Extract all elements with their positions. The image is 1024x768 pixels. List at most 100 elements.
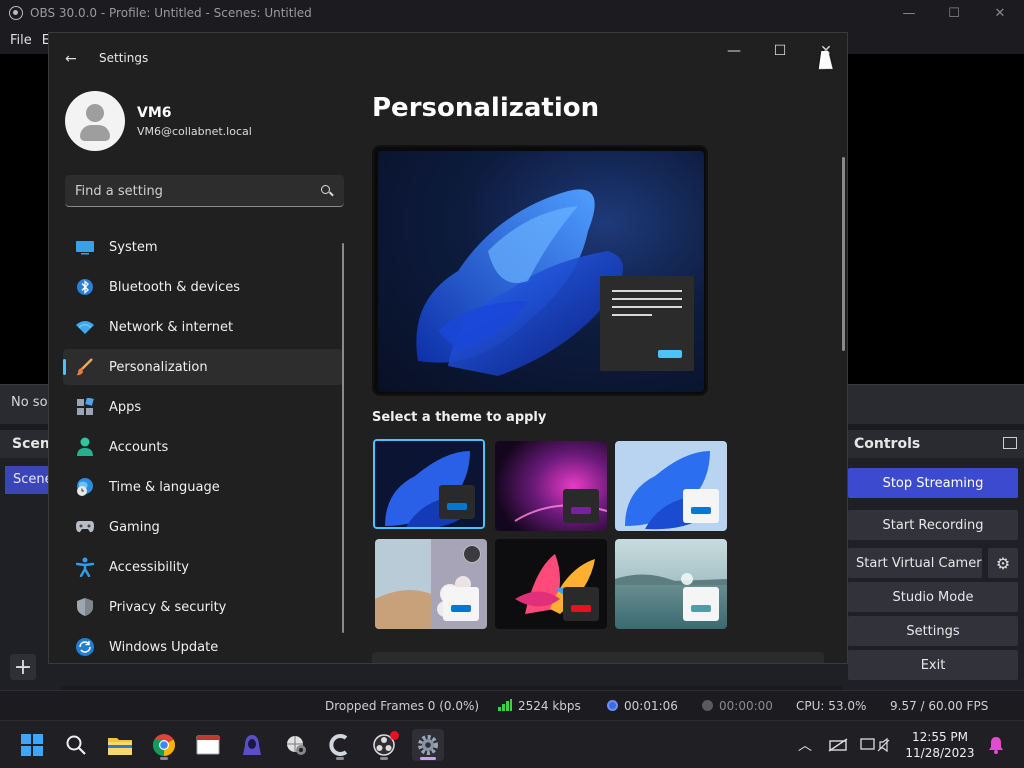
person-icon: [75, 437, 95, 457]
studio-mode-button[interactable]: Studio Mode: [848, 582, 1018, 612]
user-email: VM6@collabnet.local: [137, 125, 252, 138]
stop-streaming-button[interactable]: Stop Streaming: [848, 468, 1018, 498]
gamepad-icon: [75, 517, 95, 537]
nav-scrollbar[interactable]: [342, 243, 344, 633]
obs-window-title: OBS 30.0.0 - Profile: Untitled - Scenes:…: [30, 6, 312, 20]
hacker-app-button[interactable]: [236, 729, 268, 761]
network-tool-button[interactable]: [280, 729, 312, 761]
theme-windows-dark[interactable]: [373, 439, 485, 529]
nav-item-apps[interactable]: Apps: [63, 389, 343, 425]
settings-gear-icon: [418, 735, 438, 755]
nav-item-bluetooth[interactable]: Bluetooth & devices: [63, 269, 343, 305]
theme-chip: [439, 485, 475, 519]
chrome-icon: [153, 734, 175, 756]
obs-close-button[interactable]: ✕: [977, 0, 1023, 26]
theme-flow[interactable]: [615, 539, 727, 629]
window-app-icon: [196, 735, 220, 755]
theme-chip: [683, 587, 719, 621]
back-arrow-icon[interactable]: ←: [65, 51, 77, 67]
folder-icon: [108, 738, 132, 755]
nav-item-accounts[interactable]: Accounts: [63, 429, 343, 465]
obs-status-bar: Dropped Frames 0 (0.0%) 2524 kbps 00:01:…: [0, 690, 1024, 720]
find-setting-input[interactable]: [75, 181, 305, 201]
settings-window-title: Settings: [99, 51, 149, 65]
page-title: Personalization: [372, 93, 600, 123]
taskbar: ︿ 12:55 PM 11/28/2023: [0, 720, 1024, 768]
chrome-button[interactable]: [148, 729, 180, 761]
obs-taskbar-button[interactable]: [368, 729, 400, 761]
spotlight-camera-icon: [463, 545, 481, 563]
magnifier-icon: [66, 735, 86, 755]
nav-item-windows-update[interactable]: Windows Update: [63, 629, 343, 663]
bitrate-readout: 2524 kbps: [498, 699, 581, 713]
start-virtual-camera-button[interactable]: Start Virtual Camera: [848, 548, 982, 578]
settings-minimize-button[interactable]: —: [714, 41, 754, 61]
exit-button[interactable]: Exit: [848, 650, 1018, 680]
apps-icon: [75, 397, 95, 417]
theme-chip: [563, 587, 599, 621]
fps-text: 9.57 / 60.00 FPS: [890, 699, 989, 713]
system-icon: [75, 237, 95, 257]
theme-spotlight[interactable]: [375, 539, 487, 629]
menu-file[interactable]: File: [10, 33, 32, 48]
dropped-frames-text: Dropped Frames 0 (0.0%): [325, 699, 480, 713]
bluetooth-icon: [75, 277, 95, 297]
add-scene-button[interactable]: +: [10, 654, 36, 680]
obs-maximize-button[interactable]: ☐: [931, 0, 977, 26]
record-time-text: 00:00:00: [719, 699, 773, 713]
nav-item-system[interactable]: System: [63, 229, 343, 265]
theme-chip: [563, 489, 599, 523]
controls-header: Controls: [842, 430, 1024, 458]
signal-bars-icon: [498, 699, 512, 711]
speaker-muted-icon: [860, 737, 890, 753]
nav-item-network[interactable]: Network & internet: [63, 309, 343, 345]
settings-maximize-button[interactable]: ☐: [760, 41, 800, 61]
show-hidden-icons-button[interactable]: ︿: [798, 721, 812, 768]
network-tray-button[interactable]: [828, 721, 848, 768]
globe-gear-icon: [287, 736, 306, 755]
taskbar-clock[interactable]: 12:55 PM 11/28/2023: [905, 729, 975, 761]
theme-windows-light[interactable]: [615, 441, 727, 531]
preview-window-sample: [600, 276, 694, 371]
shield-icon: [75, 597, 95, 617]
avatar[interactable]: [65, 91, 125, 151]
settings-taskbar-button[interactable]: [412, 729, 444, 761]
nav-item-privacy-security[interactable]: Privacy & security: [63, 589, 343, 625]
main-scrollbar[interactable]: [842, 157, 845, 351]
start-button[interactable]: [16, 729, 48, 761]
theme-glow[interactable]: [495, 441, 607, 531]
theme-chip: [443, 587, 479, 621]
theme-chip: [683, 489, 719, 523]
mouse-cursor-icon: [818, 51, 836, 69]
undock-icon[interactable]: [1003, 437, 1017, 449]
theme-captured-motion[interactable]: [495, 539, 607, 629]
settings-window: ← Settings — ☐ ✕ VM6 VM6@collabnet.local…: [48, 32, 848, 664]
bitrate-text: 2524 kbps: [518, 699, 581, 713]
obs-settings-button[interactable]: Settings: [848, 616, 1018, 646]
find-setting-box[interactable]: [65, 175, 344, 207]
brush-icon: [75, 357, 95, 377]
nav-item-gaming[interactable]: Gaming: [63, 509, 343, 545]
ccleaner-button[interactable]: [324, 729, 356, 761]
obs-logo-icon: [9, 6, 23, 20]
virtual-camera-gear-icon[interactable]: ⚙: [988, 548, 1018, 578]
nav-item-personalization[interactable]: Personalization: [63, 349, 343, 385]
nav-item-accessibility[interactable]: Accessibility: [63, 549, 343, 585]
volume-tray-button[interactable]: [860, 721, 890, 768]
next-setting-card[interactable]: [372, 652, 824, 663]
stream-time-readout: 00:01:06: [607, 699, 678, 713]
obs-titlebar: OBS 30.0.0 - Profile: Untitled - Scenes:…: [0, 0, 1024, 26]
search-icon[interactable]: [321, 185, 330, 194]
settings-nav: System Bluetooth & devices Network & int…: [63, 229, 343, 663]
nav-item-time-language[interactable]: Time & language: [63, 469, 343, 505]
app-window-button[interactable]: [192, 729, 224, 761]
user-name: VM6: [137, 105, 172, 121]
file-explorer-button[interactable]: [104, 729, 136, 761]
notifications-button[interactable]: [988, 721, 1004, 768]
hooded-figure-icon: [243, 735, 261, 755]
search-taskbar-button[interactable]: [60, 729, 92, 761]
recording-badge-icon: [390, 731, 399, 740]
start-recording-button[interactable]: Start Recording: [848, 510, 1018, 540]
obs-minimize-button[interactable]: —: [886, 0, 932, 26]
clock-date: 11/28/2023: [905, 746, 975, 760]
